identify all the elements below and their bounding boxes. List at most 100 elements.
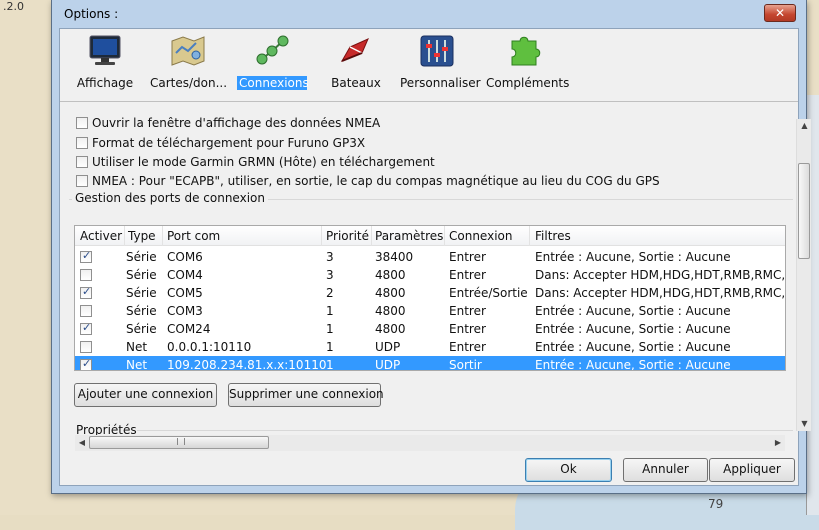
column-header[interactable]: Activer <box>80 229 122 243</box>
cell-connection: Entrer <box>449 250 486 264</box>
tab-complements[interactable]: Compléments <box>484 33 569 90</box>
activate-checkbox[interactable] <box>80 321 92 335</box>
column-header[interactable]: Filtres <box>535 229 571 243</box>
column-divider[interactable] <box>124 226 125 246</box>
checkbox[interactable] <box>76 137 88 149</box>
option-row[interactable]: Ouvrir la fenêtre d'affichage des donnée… <box>76 117 380 132</box>
cell-port: COM5 <box>167 286 203 300</box>
cell-priority: 1 <box>326 340 334 354</box>
tab-connexions[interactable]: Connexions <box>237 33 309 90</box>
option-row[interactable]: Utiliser le mode Garmin GRMN (Hôte) en t… <box>76 153 435 171</box>
remove-connection-button[interactable]: Supprimer une connexion <box>228 383 384 407</box>
cell-params: 4800 <box>375 304 406 318</box>
cell-priority: 2 <box>326 286 334 300</box>
option-label: Ouvrir la fenêtre d'affichage des donnée… <box>92 117 381 130</box>
vertical-scrollbar[interactable]: ▲ ▼ <box>796 119 811 431</box>
column-divider[interactable] <box>321 226 322 246</box>
cell-filters: Entrée : Aucune, Sortie : Aucune <box>535 358 731 371</box>
tab-label: Connexions <box>237 76 309 90</box>
cell-params: 4800 <box>375 286 406 300</box>
cell-params: UDP <box>375 358 401 371</box>
horizontal-scrollbar[interactable]: ◀ ▶ <box>75 435 785 451</box>
tab-label: Personnaliser <box>400 76 481 90</box>
tab-label: Affichage <box>76 76 134 90</box>
dialog-titlebar[interactable]: Options : ✕ <box>52 0 806 28</box>
tab-personnaliser[interactable]: Personnaliser <box>398 33 481 90</box>
cell-connection: Entrer <box>449 304 486 318</box>
grip-icon <box>177 438 185 445</box>
activate-checkbox[interactable] <box>80 285 92 299</box>
option-row[interactable]: Format de téléchargement pour Furuno GP3… <box>76 134 365 152</box>
tab-label: Cartes/don... <box>150 76 228 90</box>
cell-port: COM4 <box>167 268 203 282</box>
scroll-right-arrow-icon[interactable]: ▶ <box>771 435 785 451</box>
cell-type: Net <box>126 358 148 371</box>
column-header[interactable]: Type <box>128 229 156 243</box>
option-row[interactable]: NMEA : Pour "ECAPB", utiliser, en sortie… <box>76 172 660 190</box>
cell-connection: Entrer <box>449 340 486 354</box>
checkbox[interactable] <box>76 175 88 187</box>
properties-title: Propriétés <box>76 423 137 435</box>
cell-port: 0.0.0.1:10110 <box>167 340 252 354</box>
cell-type: Série <box>126 286 157 300</box>
table-row[interactable]: Série COM6 3 38400 Entrer Entrée : Aucun… <box>75 248 785 266</box>
cell-connection: Entrer <box>449 268 486 282</box>
cell-filters: Entrée : Aucune, Sortie : Aucune <box>535 322 731 336</box>
cell-port: COM3 <box>167 304 203 318</box>
table-row[interactable]: Net 0.0.0.1:10110 1 UDP Entrer Entrée : … <box>75 338 785 356</box>
chart-map-icon <box>168 33 208 69</box>
cell-priority: 3 <box>326 250 334 264</box>
options-toolbar: Affichage Cartes/don... Connexions Batea… <box>60 29 798 99</box>
column-header[interactable]: Connexion <box>449 229 513 243</box>
scroll-thumb[interactable] <box>798 163 810 259</box>
activate-checkbox[interactable] <box>80 249 92 263</box>
ok-button[interactable]: Ok <box>525 458 612 482</box>
cell-type: Série <box>126 268 157 282</box>
activate-checkbox[interactable] <box>80 357 92 370</box>
cell-connection: Entrer <box>449 322 486 336</box>
cell-filters: Entrée : Aucune, Sortie : Aucune <box>535 340 731 354</box>
column-header[interactable]: Priorité <box>326 229 369 243</box>
activate-checkbox[interactable] <box>80 305 92 317</box>
cell-filters: Dans: Accepter HDM,HDG,HDT,RMB,RMC,WI <box>535 286 786 300</box>
activate-checkbox[interactable] <box>80 269 92 281</box>
cell-port: COM24 <box>167 322 211 336</box>
table-row-selected[interactable]: Net 109.208.234.81.x.x:10110 1 UDP Sorti… <box>75 356 785 371</box>
checkbox[interactable] <box>76 156 88 168</box>
table-row[interactable]: Série COM5 2 4800 Entrée/Sortie Dans: Ac… <box>75 284 785 302</box>
column-header[interactable]: Port com <box>167 229 220 243</box>
cell-filters: Entrée : Aucune, Sortie : Aucune <box>535 304 731 318</box>
cell-type: Série <box>126 322 157 336</box>
cell-priority: 1 <box>326 304 334 318</box>
activate-checkbox[interactable] <box>80 341 92 353</box>
cell-filters: Dans: Accepter HDM,HDG,HDT,RMB,RMC,GL <box>535 268 786 282</box>
puzzle-icon <box>504 33 544 69</box>
close-button[interactable]: ✕ <box>764 4 796 22</box>
cancel-button[interactable]: Annuler <box>623 458 708 482</box>
column-header[interactable]: Paramètres <box>375 229 443 243</box>
scroll-up-arrow-icon[interactable]: ▲ <box>797 119 812 133</box>
column-divider[interactable] <box>529 226 530 246</box>
table-row[interactable]: Série COM24 1 4800 Entrer Entrée : Aucun… <box>75 320 785 338</box>
toolbar-divider <box>60 101 798 111</box>
ports-group-title: Gestion des ports de connexion <box>72 191 268 205</box>
sliders-icon <box>417 33 457 69</box>
scroll-down-arrow-icon[interactable]: ▼ <box>797 417 812 431</box>
tab-cartes[interactable]: Cartes/don... <box>148 33 228 90</box>
cell-params: 38400 <box>375 250 414 264</box>
scroll-left-arrow-icon[interactable]: ◀ <box>75 435 89 451</box>
column-divider[interactable] <box>371 226 372 246</box>
tab-affichage[interactable]: Affichage <box>72 33 138 90</box>
option-label: Format de téléchargement pour Furuno GP3… <box>92 136 366 150</box>
cell-port: COM6 <box>167 250 203 264</box>
table-row[interactable]: Série COM4 3 4800 Entrer Dans: Accepter … <box>75 266 785 284</box>
cell-port: 109.208.234.81.x.x:10110 <box>167 358 327 371</box>
column-divider[interactable] <box>444 226 445 246</box>
checkbox[interactable] <box>76 117 88 129</box>
apply-button[interactable]: Appliquer <box>709 458 795 482</box>
column-divider[interactable] <box>162 226 163 246</box>
cell-priority: 1 <box>326 358 334 371</box>
tab-bateaux[interactable]: Bateaux <box>326 33 386 90</box>
add-connection-button[interactable]: Ajouter une connexion <box>74 383 217 407</box>
table-row[interactable]: Série COM3 1 4800 Entrer Entrée : Aucune… <box>75 302 785 320</box>
